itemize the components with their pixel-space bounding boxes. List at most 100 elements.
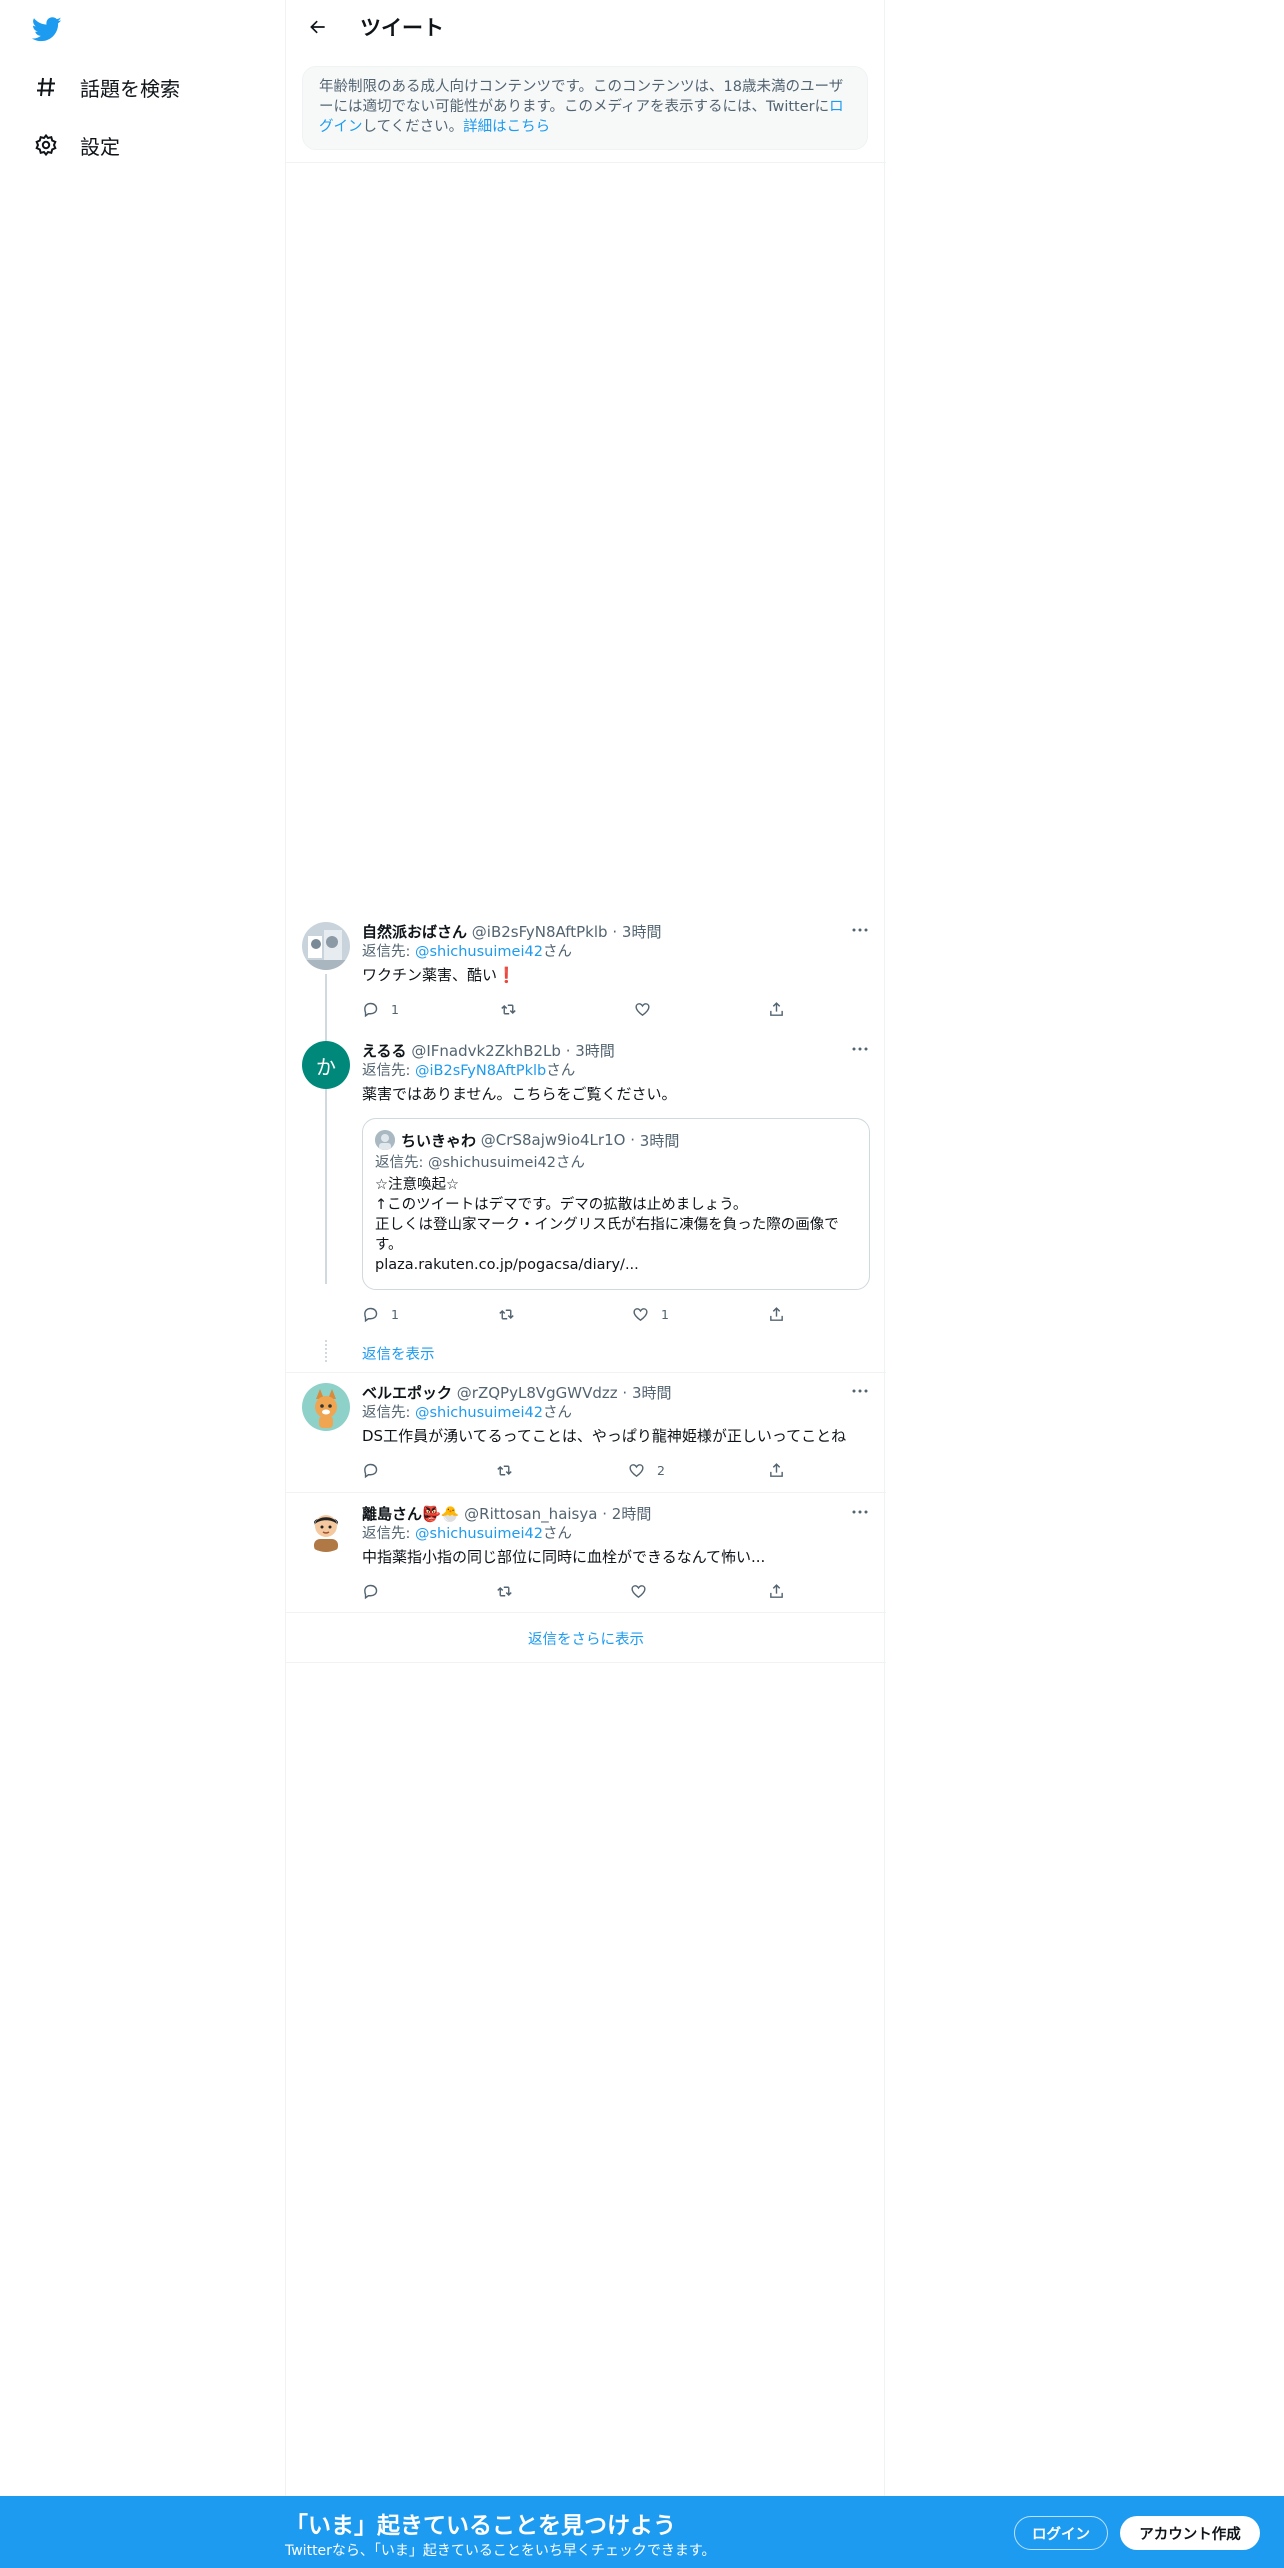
- reply-button[interactable]: [362, 1460, 391, 1480]
- page-title: ツイート: [360, 16, 444, 40]
- share-icon: [770, 1583, 783, 1598]
- reply-to-prefix: 返信先:: [362, 1526, 415, 1542]
- share-button[interactable]: [768, 1304, 785, 1324]
- reply-to-line: 返信先: @shichusuimei42さん: [362, 1403, 872, 1423]
- retweet-button[interactable]: [496, 1460, 525, 1480]
- user-name[interactable]: えるる: [362, 1042, 407, 1060]
- reply-button[interactable]: 1: [362, 999, 399, 1019]
- share-button[interactable]: [768, 1460, 785, 1480]
- tweet-header: ベルエポック @rZQPyL8VgGWVdzz · 3時間: [362, 1383, 872, 1403]
- login-button[interactable]: ログイン: [1014, 2516, 1108, 2550]
- tweet-header: 離島さん👺🐣 @Rittosan_haisya · 2時間: [362, 1504, 872, 1524]
- tweet-body: えるる @IFnadvk2ZkhB2Lb · 3時間 返信先: @iB2sFyN…: [362, 1041, 872, 1104]
- notice-text: 年齢制限のある成人向けコンテンツです。このコンテンツは、18歳未満のユーザーには…: [319, 79, 844, 115]
- tweet-time[interactable]: 2時間: [612, 1505, 652, 1523]
- like-button[interactable]: 2: [628, 1460, 665, 1480]
- more-options-button[interactable]: [848, 1039, 872, 1059]
- share-button[interactable]: [768, 999, 785, 1019]
- reply-to-handle[interactable]: @iB2sFyN8AftPklb: [415, 1063, 546, 1079]
- quote-header: ちいきゃわ @CrS8ajw9io4Lr1O · 3時間: [375, 1129, 857, 1151]
- banner-title: 「いま」起きていることを見つけよう: [285, 2513, 676, 2539]
- avatar-letter: か: [316, 1054, 336, 1079]
- tweet-actions: 2: [362, 1460, 792, 1480]
- quote-text-line: 正しくは登山家マーク・イングリス氏が右指に凍傷を負った際の画像です。: [375, 1217, 839, 1253]
- show-replies-link[interactable]: 返信を表示: [362, 1343, 435, 1364]
- reply-tweet[interactable]: ベルエポック @rZQPyL8VgGWVdzz · 3時間 返信先: @shic…: [286, 1383, 886, 1493]
- divider: [286, 162, 886, 163]
- twitter-bird-icon[interactable]: [30, 14, 66, 44]
- page-header: ツイート: [286, 0, 886, 54]
- divider: [286, 1492, 886, 1493]
- quote-text-line: ↑このツイートはデマです。デマの拡散は止めましょう。: [375, 1197, 748, 1213]
- heart-icon: [633, 1307, 648, 1321]
- tweet-actions: 1 1: [362, 1304, 792, 1324]
- reply-to-handle[interactable]: @shichusuimei42: [415, 1405, 543, 1421]
- quote-time: 3時間: [639, 1131, 680, 1150]
- more-options-button[interactable]: [848, 920, 872, 940]
- retweet-button[interactable]: [498, 1304, 527, 1324]
- tweet-time[interactable]: 3時間: [622, 923, 662, 941]
- user-handle[interactable]: @iB2sFyN8AftPklb: [472, 923, 608, 941]
- dot-separator: ·: [630, 1131, 635, 1149]
- sidebar-item-settings[interactable]: 設定: [32, 125, 120, 165]
- tweet-body: 自然派おばさん @iB2sFyN8AftPklb · 3時間 返信先: @shi…: [362, 920, 872, 1017]
- divider: [286, 1662, 886, 1663]
- reply-tweet[interactable]: 離島さん👺🐣 @Rittosan_haisya · 2時間 返信先: @shic…: [286, 1504, 886, 1614]
- tweet-time[interactable]: 3時間: [575, 1042, 615, 1060]
- reply-icon: [364, 1463, 378, 1478]
- reply-to-handle[interactable]: @shichusuimei42: [415, 944, 543, 960]
- heart-icon: [635, 1002, 650, 1016]
- user-handle[interactable]: @IFnadvk2ZkhB2Lb: [411, 1042, 561, 1060]
- user-name[interactable]: 自然派おばさん: [362, 923, 467, 941]
- reply-button[interactable]: [362, 1581, 391, 1601]
- avatar[interactable]: か: [302, 1041, 350, 1089]
- retweet-button[interactable]: [496, 1581, 525, 1601]
- quote-reply-to: 返信先: @shichusuimei42さん: [375, 1155, 585, 1171]
- tweet-text: DS工作員が湧いてるってことは、やっぱり龍神姫様が正しいってことね: [362, 1427, 847, 1445]
- avatar[interactable]: [302, 1383, 350, 1431]
- quote-user-handle: @CrS8ajw9io4Lr1O: [480, 1131, 626, 1149]
- retweet-icon: [501, 1004, 516, 1014]
- more-options-button[interactable]: [848, 1502, 872, 1522]
- reply-to-prefix: 返信先:: [362, 1405, 415, 1421]
- like-button[interactable]: [630, 1581, 659, 1601]
- tweet-time[interactable]: 3時間: [632, 1384, 672, 1402]
- signup-banner: 「いま」起きていることを見つけよう Twitterなら、「いま」起きていることを…: [0, 2496, 1284, 2568]
- reply-button[interactable]: 1: [362, 1304, 399, 1324]
- quoted-tweet[interactable]: ちいきゃわ @CrS8ajw9io4Lr1O · 3時間 返信先: @shich…: [362, 1118, 870, 1290]
- back-button[interactable]: [300, 9, 336, 45]
- like-button[interactable]: [634, 999, 663, 1019]
- reply-to-handle[interactable]: @shichusuimei42: [415, 1526, 543, 1542]
- user-name[interactable]: 離島さん👺🐣: [362, 1505, 459, 1523]
- like-button[interactable]: 1: [632, 1304, 669, 1324]
- dot-separator: ·: [602, 1505, 607, 1523]
- hashtag-icon: [32, 73, 60, 101]
- quote-text: ☆注意喚起☆ ↑このツイートはデマです。デマの拡散は止めましょう。 正しくは登山…: [375, 1175, 857, 1275]
- user-name[interactable]: ベルエポック: [362, 1384, 452, 1402]
- user-handle[interactable]: @rZQPyL8VgGWVdzz: [457, 1384, 618, 1402]
- reply-tweet[interactable]: 自然派おばさん @iB2sFyN8AftPklb · 3時間 返信先: @shi…: [286, 920, 886, 1284]
- dot-separator: ·: [565, 1042, 571, 1060]
- details-link[interactable]: 詳細はこちら: [463, 119, 550, 135]
- retweet-icon: [497, 1465, 512, 1475]
- age-restriction-notice: 年齢制限のある成人向けコンテンツです。このコンテンツは、18歳未満のユーザーには…: [302, 66, 868, 150]
- share-button[interactable]: [768, 1581, 785, 1601]
- heart-icon: [631, 1584, 646, 1598]
- more-dots-icon: [852, 1510, 868, 1514]
- notice-text-after: してください。: [362, 119, 464, 135]
- user-handle[interactable]: @Rittosan_haisya: [464, 1505, 597, 1523]
- retweet-button[interactable]: [500, 999, 529, 1019]
- avatar[interactable]: [302, 922, 350, 970]
- sidebar-item-explore[interactable]: 話題を検索: [32, 67, 180, 107]
- show-more-replies-button[interactable]: 返信をさらに表示: [286, 1613, 886, 1663]
- gear-icon: [32, 131, 60, 159]
- reply-tweet[interactable]: か えるる @IFnadvk2ZkhB2Lb · 3時間 返信先: @iB2sF…: [286, 1041, 886, 1341]
- signup-button[interactable]: アカウント作成: [1120, 2516, 1260, 2550]
- avatar[interactable]: [302, 1504, 350, 1552]
- more-options-button[interactable]: [848, 1381, 872, 1401]
- retweet-icon: [497, 1586, 512, 1596]
- tweet-actions: [362, 1581, 792, 1601]
- heart-icon: [629, 1463, 644, 1477]
- main-column: ツイート 年齢制限のある成人向けコンテンツです。このコンテンツは、18歳未満のユ…: [285, 0, 886, 2496]
- reply-to-prefix: 返信先:: [362, 1063, 415, 1079]
